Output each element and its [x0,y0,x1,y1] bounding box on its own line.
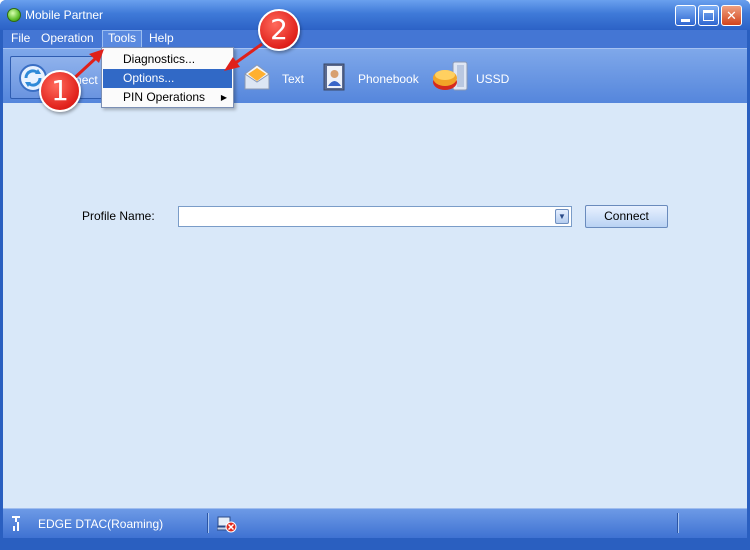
app-window: Mobile Partner ✕ File Operation Tools He… [0,0,750,550]
annotation-arrows [68,42,263,84]
annotation-badge-2: 2 [258,9,300,51]
annotation-badge-1: 1 [39,70,81,112]
